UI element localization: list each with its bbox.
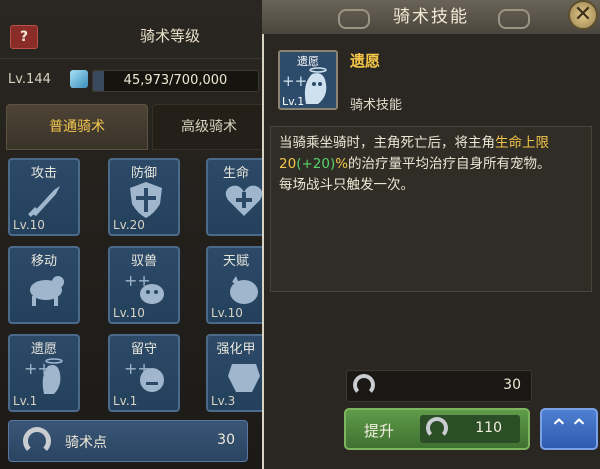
- svg-text:++: ++: [282, 72, 307, 90]
- divider: [0, 58, 262, 59]
- skill-tile-beast-taming[interactable]: 驭兽 ++ Lv.10: [108, 246, 180, 324]
- skill-name: 移动: [30, 254, 57, 269]
- upgrade-button[interactable]: 提升 110: [344, 408, 530, 450]
- owned-points-bar: 30: [346, 370, 532, 402]
- max-upgrade-button[interactable]: ⌃⌃: [540, 408, 598, 450]
- skill-tile-life[interactable]: 生命: [206, 158, 266, 236]
- riding-level-panel: ? 骑术等级 Lv.144 45,973/700,000 普通骑术 高级骑术 攻…: [0, 0, 266, 469]
- skill-name: 遗愿: [30, 342, 57, 357]
- desc-highlight: 生命上限: [495, 135, 549, 151]
- exp-progress-bar: 45,973/700,000: [92, 70, 259, 92]
- desc-value: 20: [279, 156, 297, 172]
- desc-bonus: (+20): [296, 156, 336, 172]
- owned-points-value: 30: [503, 377, 521, 393]
- upgrade-cost-box: 110: [420, 415, 520, 443]
- skill-detail-popup: 骑术技能 ✕ 遗愿 ++ Lv.1 遗愿 骑术技能 当骑乘坐骑时，主角死亡后，将…: [262, 0, 600, 469]
- guard-beast-icon: ++: [124, 359, 164, 392]
- skill-level: Lv.3: [211, 394, 236, 408]
- skill-tile-stay-guard[interactable]: 留守 ++ Lv.1: [108, 334, 180, 412]
- skill-level: Lv.20: [113, 218, 145, 232]
- skill-name: 攻击: [30, 166, 57, 181]
- skill-name: 防御: [130, 166, 157, 181]
- skill-tile-defense[interactable]: 防御 Lv.20: [108, 158, 180, 236]
- horseshoe-icon: [426, 417, 448, 439]
- skill-name: 驭兽: [130, 254, 157, 269]
- desc-text: 的治疗量平均治疗自身所有宠物。: [348, 156, 551, 172]
- skill-level: Lv.10: [113, 306, 145, 320]
- skill-tile-movement[interactable]: 移动: [8, 246, 80, 324]
- riding-points-label: 骑术点: [65, 435, 107, 451]
- popup-body: 遗愿 ++ Lv.1 遗愿 骑术技能 当骑乘坐骑时，主角死亡后，将主角生命上限 …: [264, 34, 600, 469]
- skill-level: Lv.10: [211, 306, 243, 320]
- popup-header: 骑术技能 ✕: [262, 0, 600, 34]
- skill-name: 生命: [222, 166, 249, 181]
- skill-tile-last-wish[interactable]: 遗愿 ++ Lv.1: [8, 334, 80, 412]
- upgrade-label: 提升: [364, 422, 395, 440]
- tab-normal-riding[interactable]: 普通骑术: [6, 104, 148, 150]
- panel-title: 骑术等级: [140, 27, 201, 45]
- running-beast-icon: [30, 276, 64, 306]
- close-button[interactable]: ✕: [568, 0, 598, 30]
- skill-tile-armor[interactable]: 强化甲 Lv.3: [206, 334, 266, 412]
- horseshoe-icon: [353, 374, 375, 396]
- skill-level: Lv.10: [13, 218, 45, 232]
- heart-icon: [225, 185, 263, 216]
- help-button[interactable]: ?: [10, 25, 38, 49]
- skill-name: 留守: [130, 342, 157, 357]
- popup-title: 骑术技能: [393, 7, 469, 27]
- skill-tile-attack[interactable]: 攻击 Lv.10: [8, 158, 80, 236]
- upgrade-cost-value: 110: [475, 420, 502, 436]
- exp-gem-icon: [70, 70, 88, 88]
- skill-type-label: 骑术技能: [350, 98, 403, 113]
- skill-name: 强化甲: [216, 342, 256, 357]
- ghost-icon: ++: [24, 358, 63, 394]
- exp-text: 45,973/700,000: [123, 73, 228, 88]
- skill-icon-frame: 遗愿 ++ Lv.1: [278, 50, 338, 110]
- skill-tile-talent[interactable]: 天赋 Lv.10: [206, 246, 266, 324]
- skill-level: Lv.1: [113, 394, 138, 408]
- desc-percent: %: [335, 156, 349, 172]
- skill-name-title: 遗愿: [350, 52, 381, 70]
- armor-icon: [228, 364, 260, 392]
- riding-points-value: 30: [217, 432, 235, 448]
- skill-name: 天赋: [222, 254, 249, 269]
- skill-level: Lv.1: [13, 394, 38, 408]
- desc-text: 当骑乘坐骑时，主角死亡后，将主角: [279, 135, 495, 151]
- shield-icon: [130, 182, 162, 218]
- tab-advanced-riding[interactable]: 高级骑术: [152, 104, 266, 150]
- desc-text: 每场战斗只触发一次。: [279, 177, 414, 193]
- skill-description: 当骑乘坐骑时，主角死亡后，将主角生命上限 20(+20)%的治疗量平均治疗自身所…: [270, 126, 592, 292]
- horseshoe-icon: [23, 427, 51, 455]
- skill-icon-level: Lv.1: [282, 95, 305, 108]
- riding-points-bar: 骑术点 30: [8, 420, 248, 462]
- tame-beast-icon: ++: [124, 271, 164, 304]
- sword-icon: [28, 186, 60, 217]
- riding-level-label: Lv.144: [8, 72, 51, 87]
- talent-icon: [230, 276, 258, 304]
